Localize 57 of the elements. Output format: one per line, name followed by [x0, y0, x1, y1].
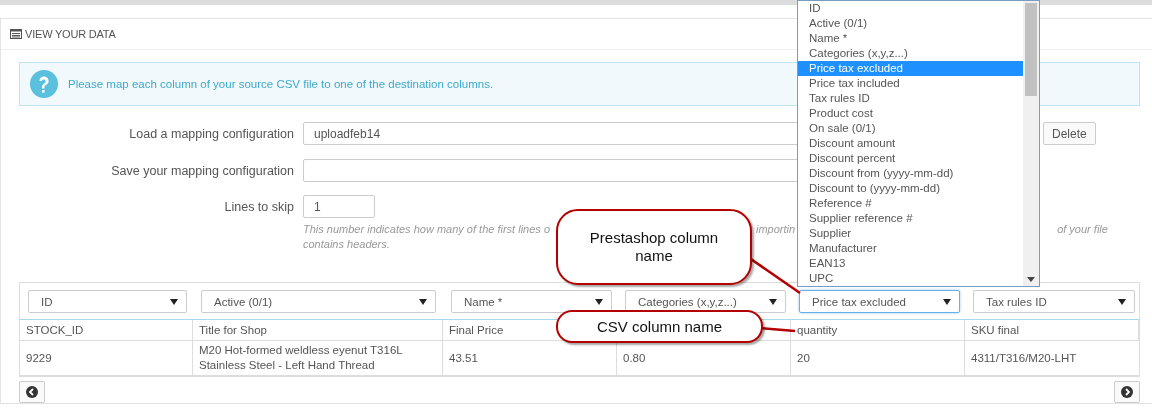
dropdown-option[interactable]: Categories (x,y,z...): [798, 46, 1023, 61]
help-icon: [30, 70, 58, 98]
caret-icon: [1118, 298, 1126, 305]
dropdown-option[interactable]: Supplier reference #: [798, 211, 1023, 226]
table-cell: 20: [791, 341, 965, 376]
callout: Prestashop column name: [556, 209, 752, 285]
table-cell: 9229: [20, 341, 193, 376]
dropdown-option[interactable]: Discount from (yyyy-mm-dd): [798, 166, 1023, 181]
header-cell: quantity: [791, 320, 965, 341]
dropdown-option[interactable]: Reference #: [798, 196, 1023, 211]
dropdown-option[interactable]: Discount to (yyyy-mm-dd): [798, 181, 1023, 196]
delete-button[interactable]: Delete: [1043, 122, 1096, 145]
scrollbar[interactable]: [1023, 1, 1039, 286]
next-button[interactable]: [1114, 381, 1140, 403]
hint-text: of your file: [1057, 223, 1108, 237]
caret-icon: [769, 298, 777, 305]
header-cell: Title for Shop: [193, 320, 443, 341]
field-label: Load a mapping configuration: [128, 126, 295, 141]
dropdown-option[interactable]: Discount percent: [798, 151, 1023, 166]
dropdown-option[interactable]: Product cost: [798, 106, 1023, 121]
caret-icon: [170, 298, 178, 305]
dropdown-option[interactable]: EAN13: [798, 256, 1023, 271]
scrollbar-thumb[interactable]: [1025, 3, 1037, 96]
field-label: Lines to skip: [223, 199, 295, 214]
dropdown-option[interactable]: ID: [798, 1, 1023, 16]
alert-text: Please map each column of your source CSV file to one of the destination columns.: [68, 78, 494, 90]
caret-icon: [595, 298, 603, 305]
dropdown-option[interactable]: On sale (0/1): [798, 121, 1023, 136]
column-select[interactable]: Tax rules ID: [973, 290, 1135, 313]
hint-text: contains headers.: [303, 238, 390, 252]
header-cell: STOCK_ID: [20, 320, 193, 341]
callout: CSV column name: [556, 310, 763, 343]
column-select[interactable]: ID: [28, 290, 187, 313]
chevron-left-icon: [26, 386, 38, 398]
previous-button[interactable]: [19, 381, 45, 403]
dropdown-option[interactable]: Active (0/1): [798, 16, 1023, 31]
table-cell: 4311/T316/M20-LHT: [965, 341, 1139, 376]
input-field[interactable]: 1: [303, 195, 375, 218]
hint-text: importin: [756, 223, 796, 237]
caret-icon: [943, 298, 951, 305]
dropdown-option[interactable]: Price tax included: [798, 76, 1023, 91]
header-cell: SKU final: [965, 320, 1139, 341]
dropdown-option[interactable]: UPC: [798, 271, 1023, 286]
caret-icon: [419, 298, 427, 305]
field-label: Save your mapping configuration: [110, 163, 295, 178]
hint-text: This number indicates how many of the first lines o: [303, 223, 550, 237]
chevron-right-icon: [1121, 386, 1133, 398]
scroll-down-icon[interactable]: [1027, 277, 1035, 282]
table-icon: [10, 29, 22, 39]
panel-title: VIEW YOUR DATA: [25, 28, 116, 40]
column-select[interactable]: Active (0/1): [201, 290, 436, 313]
dropdown-option[interactable]: Tax rules ID: [798, 91, 1023, 106]
dropdown-option[interactable]: Manufacturer: [798, 241, 1023, 256]
dropdown-option[interactable]: Supplier: [798, 226, 1023, 241]
table-cell: M20 Hot-formed weldless eyenut T316L Stainless Steel - Left Hand Thread: [193, 341, 443, 376]
dropdown-option[interactable]: Name *: [798, 31, 1023, 46]
column-select[interactable]: Price tax excluded: [799, 290, 960, 313]
